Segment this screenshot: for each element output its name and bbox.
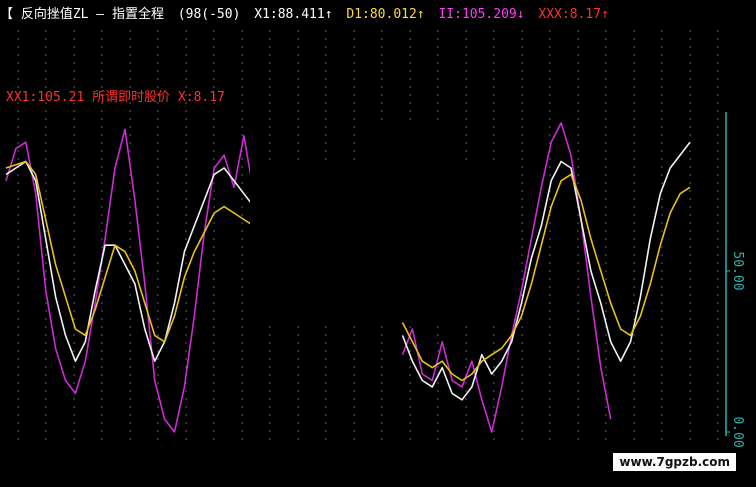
y-tick-label: 0.00 — [730, 416, 745, 447]
mask-block — [250, 160, 510, 320]
y-axis: 50.00 0.00 — [725, 112, 745, 448]
watermark: www.7gpzb.com — [613, 453, 736, 471]
annotation-text: XX1:105.21 所谓即时股价 X:8.17 — [6, 90, 225, 105]
mask-block — [380, 120, 450, 165]
y-tick-label: 50.00 — [730, 251, 745, 290]
